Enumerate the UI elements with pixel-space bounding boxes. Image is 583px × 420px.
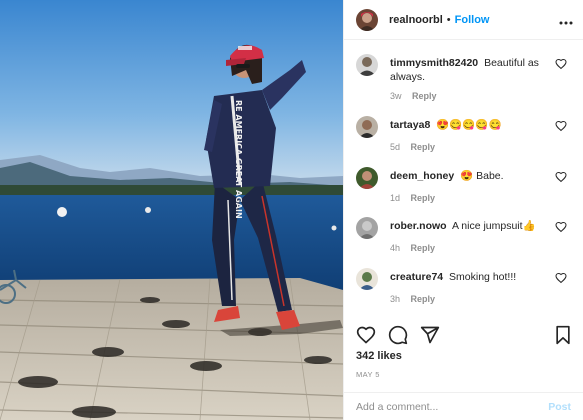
heart-icon[interactable] xyxy=(555,221,567,233)
follow-button[interactable]: Follow xyxy=(455,14,490,26)
comment-meta: 4h Reply xyxy=(390,243,435,253)
comment-time[interactable]: 5d xyxy=(390,142,400,152)
heart-icon[interactable] xyxy=(555,171,567,183)
add-comment-bar: Post xyxy=(344,392,583,420)
comment-item: timmysmith82420 Beautiful as always. 3w … xyxy=(344,48,583,101)
comment-meta: 3w Reply xyxy=(390,91,437,101)
comment-body: rober.nowo A nice jumpsuit👍 xyxy=(390,219,553,233)
comment-text: A nice jumpsuit👍 xyxy=(451,220,536,232)
more-options-icon[interactable] xyxy=(559,12,573,28)
comment-item: deem_honey 😍 Babe. 1d Reply xyxy=(344,161,583,209)
commenter-avatar[interactable] xyxy=(356,116,378,138)
comment-icon[interactable] xyxy=(388,325,408,345)
post-photo[interactable]: RE AMERICA GREAT AGAIN xyxy=(0,0,343,420)
share-icon[interactable] xyxy=(420,325,440,345)
comment-meta: 5d Reply xyxy=(390,142,435,152)
author-username[interactable]: realnoorbl xyxy=(389,14,443,26)
comment-body: timmysmith82420 Beautiful as always. xyxy=(390,56,553,84)
comment-item: creature74 Smoking hot!!! 3h Reply xyxy=(344,262,583,310)
post-date[interactable]: MAY 5 xyxy=(356,370,380,379)
reply-button[interactable]: Reply xyxy=(411,243,436,253)
reply-button[interactable]: Reply xyxy=(411,193,436,203)
reply-button[interactable]: Reply xyxy=(411,142,436,152)
post-image: RE AMERICA GREAT AGAIN xyxy=(0,0,343,420)
commenter-username[interactable]: rober.nowo xyxy=(390,220,447,232)
comment-time[interactable]: 1d xyxy=(390,193,400,203)
comment-time[interactable]: 3h xyxy=(390,294,400,304)
comment-item: rober.nowo A nice jumpsuit👍 4h Reply xyxy=(344,211,583,259)
reply-button[interactable]: Reply xyxy=(412,91,437,101)
post-actions xyxy=(356,322,573,348)
bookmark-icon[interactable] xyxy=(553,325,573,345)
heart-icon[interactable] xyxy=(555,272,567,284)
author-avatar[interactable] xyxy=(356,8,378,31)
commenter-avatar[interactable] xyxy=(356,54,378,76)
heart-icon[interactable] xyxy=(555,58,567,70)
header-separator: • xyxy=(446,13,451,26)
comment-text: 😍😋😋😋😋 xyxy=(436,119,502,131)
comment-time[interactable]: 4h xyxy=(390,243,400,253)
post-header: realnoorbl • Follow xyxy=(344,0,583,40)
comment-body: creature74 Smoking hot!!! xyxy=(390,270,553,284)
heart-icon[interactable] xyxy=(356,325,376,345)
comment-meta: 1d Reply xyxy=(390,193,435,203)
commenter-avatar[interactable] xyxy=(356,217,378,239)
commenter-username[interactable]: deem_honey xyxy=(390,170,454,182)
post-comment-button[interactable]: Post xyxy=(548,401,571,413)
comment-text: Smoking hot!!! xyxy=(449,271,517,283)
commenter-username[interactable]: creature74 xyxy=(390,271,443,283)
reply-button[interactable]: Reply xyxy=(411,294,436,304)
shirt-lettering: RE AMERICA GREAT AGAIN xyxy=(234,100,243,219)
commenter-username[interactable]: tartaya8 xyxy=(390,119,430,131)
heart-icon[interactable] xyxy=(555,120,567,132)
comment-meta: 3h Reply xyxy=(390,294,435,304)
comment-body: tartaya8 😍😋😋😋😋 xyxy=(390,118,553,132)
likes-count[interactable]: 342 likes xyxy=(356,350,402,362)
comment-input[interactable] xyxy=(356,400,549,413)
comment-text: 😍 Babe. xyxy=(460,170,504,182)
comment-body: deem_honey 😍 Babe. xyxy=(390,169,553,183)
commenter-avatar[interactable] xyxy=(356,167,378,189)
commenter-avatar[interactable] xyxy=(356,268,378,290)
commenter-username[interactable]: timmysmith82420 xyxy=(390,57,478,69)
comment-item: tartaya8 😍😋😋😋😋 5d Reply xyxy=(344,110,583,158)
post-panel: realnoorbl • Follow timmysmith82420 Beau… xyxy=(343,0,583,420)
comment-time[interactable]: 3w xyxy=(390,91,402,101)
